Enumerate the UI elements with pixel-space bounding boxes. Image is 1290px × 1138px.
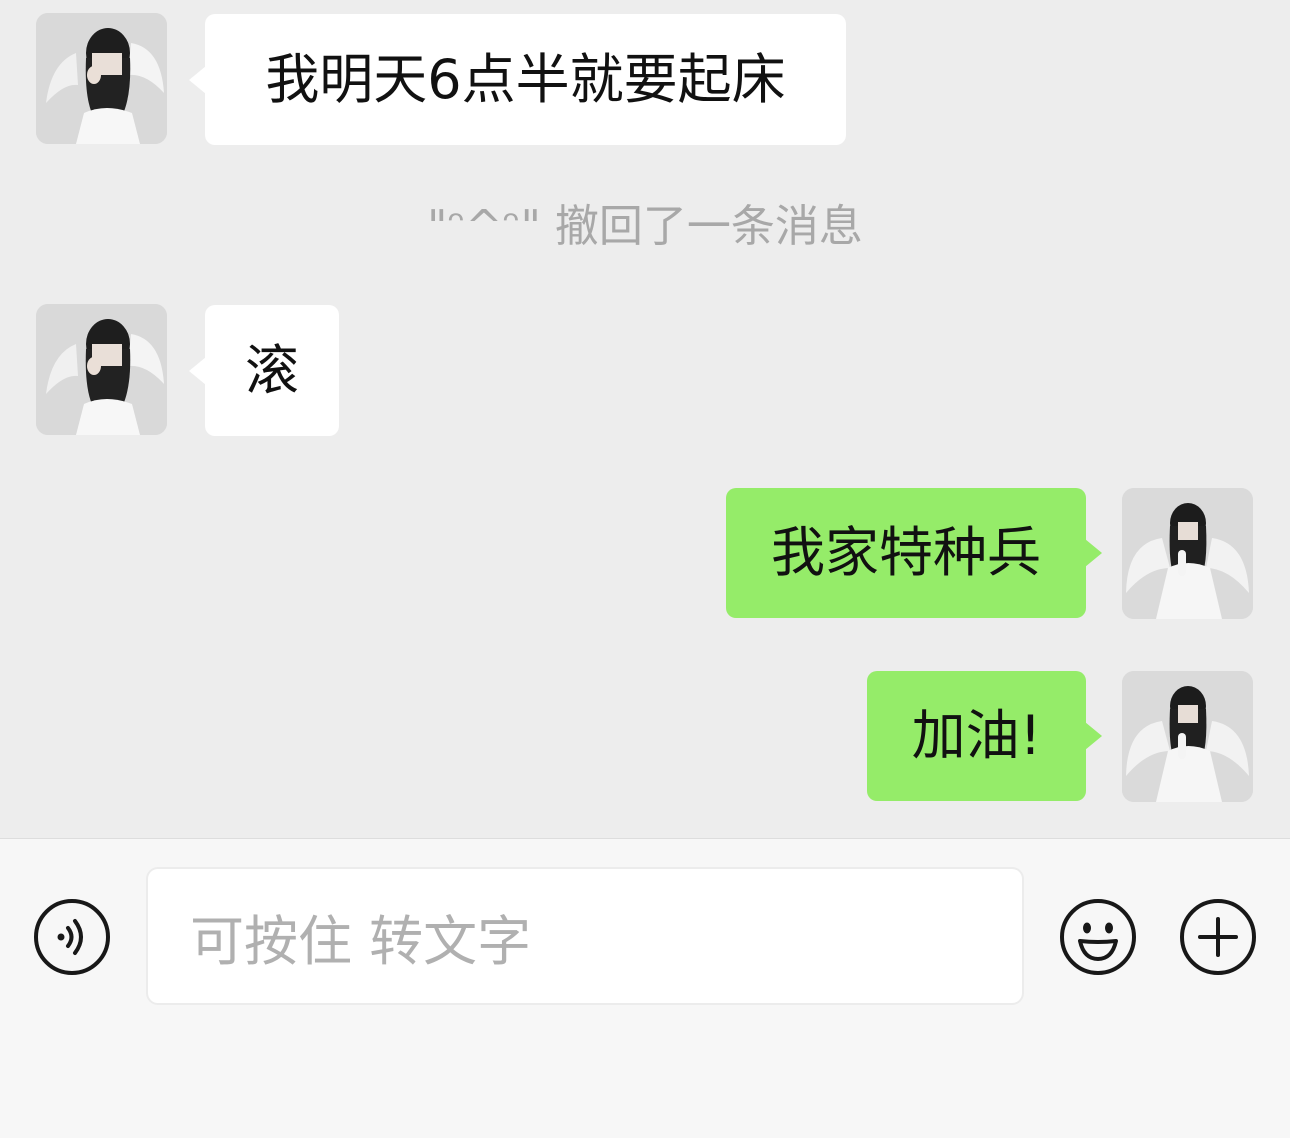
plus-icon [1180,899,1256,975]
message-input[interactable]: 可按住 转文字 [146,867,1024,1005]
emoji-button[interactable] [1058,897,1138,977]
message-text: 我明天6点半就要起床 [265,47,786,111]
message-text: 我家特种兵 [771,521,1041,584]
chat-screen: 我明天6点半就要起床 "ᵔ^ᵔ" 撤回了一条消息 滚 我家特种兵 加油! 可按住… [0,0,1290,1138]
avatar-photo [1122,671,1253,802]
message-bubble-outgoing[interactable]: 加油! [867,671,1102,801]
my-avatar[interactable] [1122,671,1253,802]
message-text: 加油! [911,704,1042,767]
more-button[interactable] [1178,897,1258,977]
avatar-photo [36,13,167,144]
my-avatar[interactable] [1122,488,1253,619]
voice-button[interactable] [32,897,112,977]
contact-avatar[interactable] [36,304,167,435]
avatar-photo [1122,488,1253,619]
input-bar: 可按住 转文字 [0,838,1290,1138]
input-placeholder: 可按住 转文字 [190,909,532,973]
message-bubble-incoming[interactable]: 我明天6点半就要起床 [189,14,846,145]
voice-icon [34,899,110,975]
avatar-photo [36,304,167,435]
message-text: 滚 [245,338,299,402]
recall-notice: "ᵔ^ᵔ" 撤回了一条消息 [427,201,863,252]
emoji-icon [1060,899,1136,975]
contact-avatar[interactable] [36,13,167,144]
message-bubble-incoming[interactable]: 滚 [189,305,339,436]
message-bubble-outgoing[interactable]: 我家特种兵 [726,488,1102,618]
message-list[interactable]: 我明天6点半就要起床 "ᵔ^ᵔ" 撤回了一条消息 滚 我家特种兵 加油! [0,0,1290,838]
